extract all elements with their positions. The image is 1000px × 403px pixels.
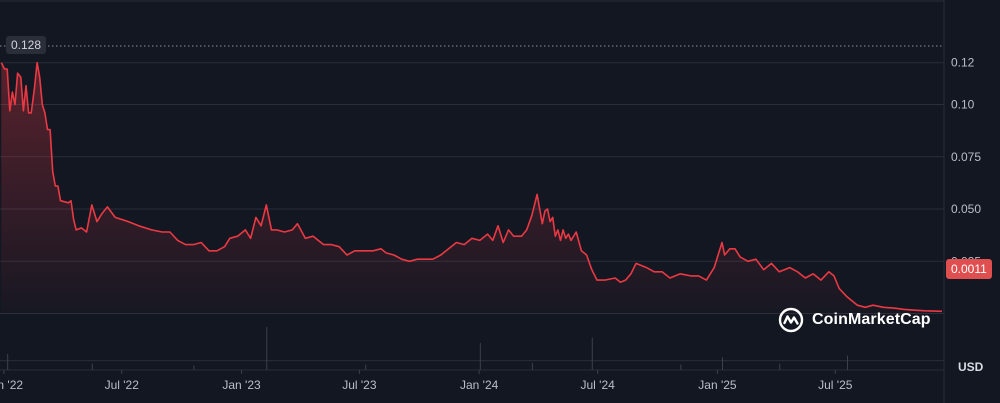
x-tick-label: Jan '24 (460, 378, 499, 392)
price-chart[interactable]: 0.0250.0500.0750.100.12Jan '22Jul '22Jan… (0, 0, 1000, 403)
price-chart-svg[interactable]: 0.0250.0500.0750.100.12Jan '22Jul '22Jan… (0, 0, 1000, 403)
volume-bar (91, 363, 93, 370)
y-tick-label: 0.075 (951, 150, 981, 164)
coinmarketcap-logo-icon (778, 307, 804, 333)
currency-unit-label: USD (958, 360, 984, 374)
volume-bar (266, 326, 268, 370)
price-area (1, 62, 943, 314)
volume-bar (531, 362, 533, 370)
volume-bar (846, 355, 848, 370)
volume-bar (365, 364, 367, 370)
last-price-badge: 0.0011 (946, 259, 992, 279)
y-tick-label: 0.12 (951, 56, 975, 70)
brand-logo: CoinMarketCap (778, 306, 931, 334)
x-tick-label: Jan '22 (0, 378, 23, 392)
volume-bar (680, 364, 682, 370)
volume-bar (721, 357, 723, 370)
x-tick-label: Jan '25 (698, 378, 737, 392)
volume-bar (479, 343, 481, 370)
volume-bar (7, 353, 9, 370)
volume-bar (193, 365, 195, 370)
start-price-badge: 0.128 (6, 36, 47, 54)
y-tick-label: 0.10 (951, 98, 975, 112)
y-tick-label: 0.050 (951, 202, 981, 216)
x-tick-label: Jan '23 (222, 378, 261, 392)
x-tick-label: Jul '22 (105, 378, 140, 392)
x-tick-label: Jul '25 (818, 378, 853, 392)
volume-bar (591, 337, 593, 370)
x-tick-label: Jul '24 (580, 378, 615, 392)
brand-name: CoinMarketCap (812, 311, 931, 328)
volume-bar (779, 363, 781, 370)
x-tick-label: Jul '23 (342, 378, 377, 392)
